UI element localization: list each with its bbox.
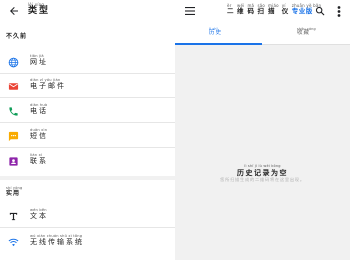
section-gap — [0, 176, 175, 180]
back-arrow-icon[interactable] — [8, 5, 20, 17]
tab-bar: lì shǐ 历史 shōu cáng 收藏 — [175, 24, 350, 45]
more-vert-icon[interactable] — [337, 6, 341, 17]
tab-favorites[interactable]: shōu cáng 收藏 — [297, 27, 316, 37]
type-item-text[interactable]: wén běn 文本 — [0, 207, 175, 227]
type-item-wifi[interactable]: wú xiàn chuán shū xì tǒng 无线传输系统 — [0, 233, 175, 253]
type-header: lèi xíng 类型 — [0, 0, 175, 24]
type-item-contact[interactable]: lián xì 联系 — [0, 152, 175, 172]
sms-icon — [8, 131, 19, 142]
divider — [0, 227, 175, 228]
app-title: èr 二 wéi 维 mǎ 码 sǎo 扫 miáo 描 yí 仪 zhuān yè bǎn… — [227, 3, 322, 15]
section-practical-header: shí yòng 实用 — [6, 186, 23, 197]
type-item-sms[interactable]: duǎn xìn 短信 — [0, 127, 175, 147]
divider — [0, 97, 175, 98]
hamburger-menu-icon[interactable] — [185, 7, 195, 15]
wifi-icon — [8, 238, 19, 247]
text-icon — [9, 212, 18, 221]
mail-icon — [8, 83, 19, 90]
tab-history[interactable]: lì shǐ 历史 — [209, 27, 222, 37]
type-panel: lèi xíng 类型 不久前 tiān jiā 网址 diàn zǐ yóu … — [0, 0, 175, 260]
empty-state: lì shǐ jì lù wéi kōng 历史记录为空 您所扫描生成的二维码将… — [175, 152, 350, 183]
divider — [0, 147, 175, 148]
tab-indicator — [175, 43, 262, 45]
app-toolbar: èr 二 wéi 维 mǎ 码 sǎo 扫 miáo 描 yí 仪 zhuān yè bǎn… — [175, 0, 350, 24]
section-recent-header: 不久前 — [6, 33, 28, 40]
page-title: lèi xíng 类型 — [28, 2, 51, 16]
globe-icon — [8, 57, 19, 68]
type-item-url[interactable]: tiān jiā 网址 — [0, 53, 175, 73]
divider — [0, 73, 175, 74]
empty-state-subtitle: 您所扫描生成的二维码将在这里出现。 — [220, 176, 305, 182]
history-panel: èr 二 wéi 维 mǎ 码 sǎo 扫 miáo 描 yí 仪 zhuān yè bǎn… — [175, 0, 350, 260]
phone-icon — [9, 107, 18, 116]
type-item-email[interactable]: diàn zǐ yóu jiàn 电子邮件 — [0, 77, 175, 97]
divider — [0, 122, 175, 123]
search-icon[interactable] — [315, 6, 325, 16]
type-item-phone[interactable]: diàn huà 电话 — [0, 102, 175, 122]
empty-state-title: lì shǐ jì lù wéi kōng 历史记录为空 — [237, 164, 288, 177]
contact-icon — [9, 157, 18, 166]
